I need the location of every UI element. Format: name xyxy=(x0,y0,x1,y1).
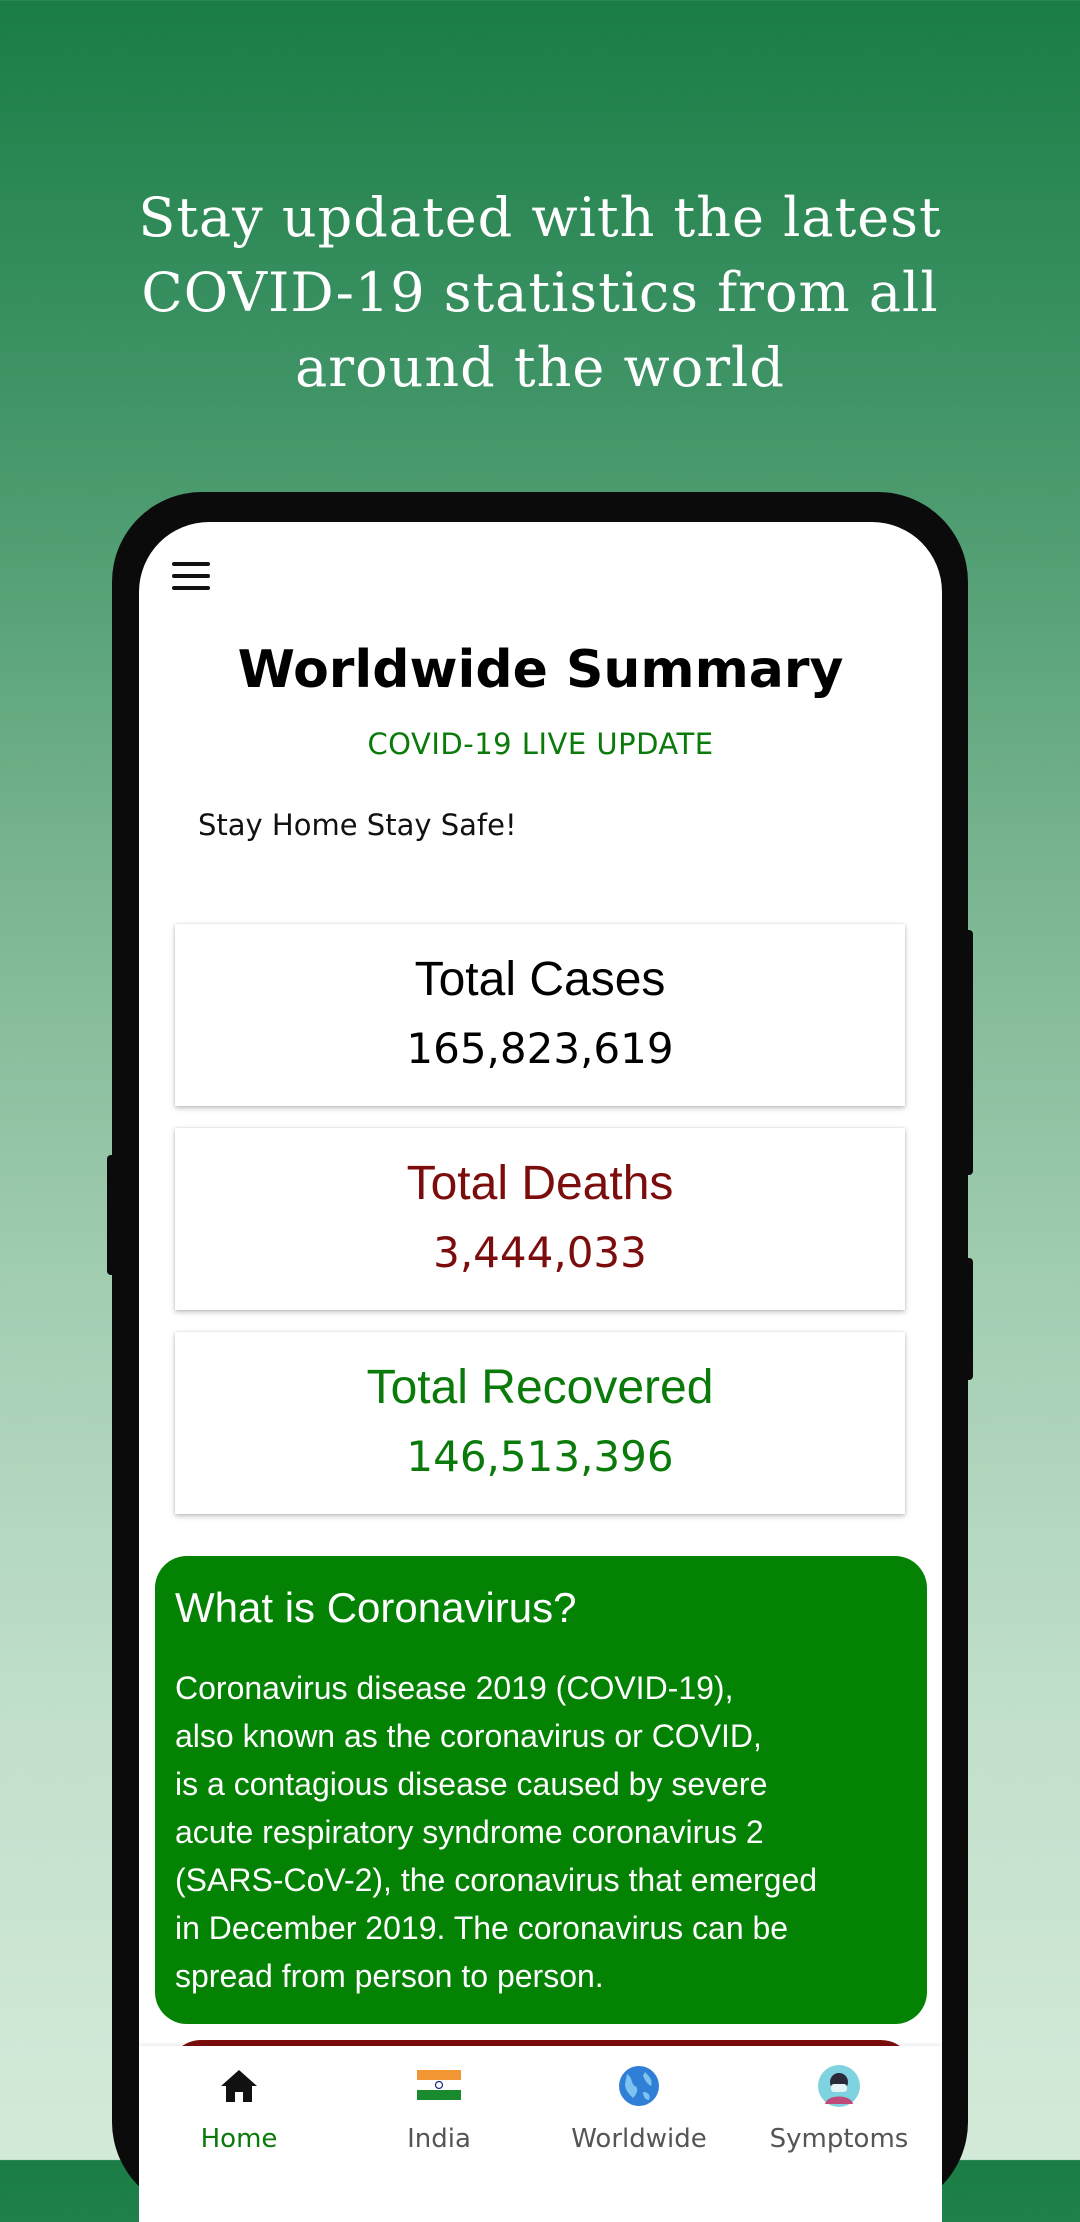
home-icon xyxy=(221,2070,257,2102)
page-subtitle: COVID-19 LIVE UPDATE xyxy=(367,727,714,761)
total-recovered-card: Total Recovered 146,513,396 xyxy=(175,1332,905,1514)
coronavirus-info-card: What is Coronavirus? Coronavirus disease… xyxy=(155,1556,927,2024)
total-deaths-card: Total Deaths 3,444,033 xyxy=(175,1128,905,1310)
promo-headline-line2: COVID-19 statistics from all xyxy=(141,261,939,324)
app-screen: Worldwide Summary COVID-19 LIVE UPDATE S… xyxy=(139,522,942,2222)
nav-label-home: Home xyxy=(200,2124,278,2154)
hamburger-menu-icon[interactable] xyxy=(172,562,210,590)
total-cases-label: Total Cases xyxy=(414,953,666,1006)
info-body-line: is a contagious disease caused by severe xyxy=(175,1766,768,1802)
phone-side-button xyxy=(107,1155,117,1275)
nav-item-india[interactable]: India xyxy=(339,2046,539,2166)
total-deaths-value: 3,444,033 xyxy=(433,1228,647,1277)
bottom-navigation: Home India Worldwide Symptoms xyxy=(139,2046,942,2222)
page-title: Worldwide Summary xyxy=(237,640,844,700)
india-flag-icon xyxy=(417,2070,461,2100)
total-cases-value: 165,823,619 xyxy=(406,1024,674,1073)
globe-icon xyxy=(619,2066,659,2106)
info-body-line: spread from person to person. xyxy=(175,1958,604,1994)
nav-item-symptoms[interactable]: Symptoms xyxy=(739,2046,939,2166)
info-card-body: Coronavirus disease 2019 (COVID-19), als… xyxy=(175,1664,915,2000)
info-body-line: acute respiratory syndrome coronavirus 2 xyxy=(175,1814,764,1850)
masked-person-icon xyxy=(818,2065,860,2107)
nav-label-india: India xyxy=(407,2124,471,2154)
info-body-line: Coronavirus disease 2019 (COVID-19), xyxy=(175,1670,734,1706)
info-body-line: in December 2019. The coronavirus can be xyxy=(175,1910,789,1946)
promo-headline-line3: around the world xyxy=(295,336,785,399)
total-deaths-label: Total Deaths xyxy=(406,1157,674,1210)
nav-item-home[interactable]: Home xyxy=(139,2046,339,2166)
info-body-line: (SARS-CoV-2), the coronavirus that emerg… xyxy=(175,1862,818,1898)
phone-power-button xyxy=(963,1258,973,1380)
nav-label-worldwide: Worldwide xyxy=(571,2124,707,2154)
nav-label-symptoms: Symptoms xyxy=(769,2124,909,2154)
phone-volume-button xyxy=(963,930,973,1175)
info-body-line: also known as the coronavirus or COVID, xyxy=(175,1718,762,1754)
promo-headline: Stay updated with the latest COVID-19 st… xyxy=(60,180,1020,405)
info-card-title: What is Coronavirus? xyxy=(175,1584,577,1631)
total-cases-card: Total Cases 165,823,619 xyxy=(175,924,905,1106)
nav-item-worldwide[interactable]: Worldwide xyxy=(539,2046,739,2166)
total-recovered-label: Total Recovered xyxy=(366,1361,714,1414)
tagline: Stay Home Stay Safe! xyxy=(198,808,517,842)
total-recovered-value: 146,513,396 xyxy=(406,1432,674,1481)
promo-headline-line1: Stay updated with the latest xyxy=(138,186,942,249)
